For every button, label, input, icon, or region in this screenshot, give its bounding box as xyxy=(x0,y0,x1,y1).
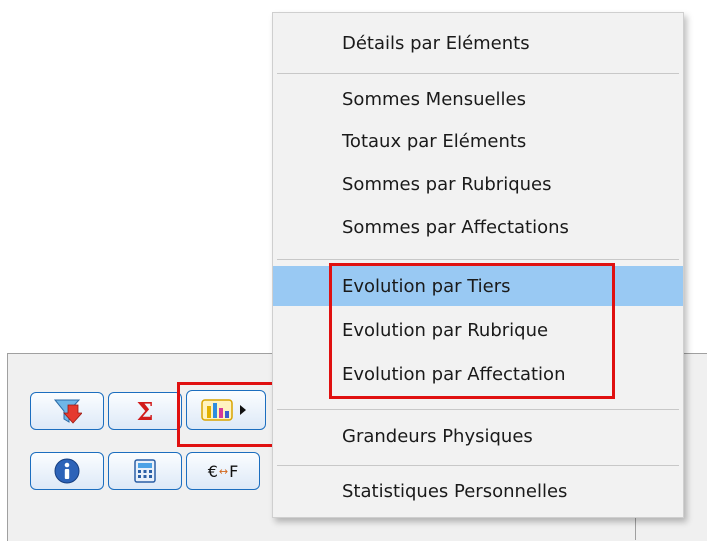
bar-chart-submenu-icon xyxy=(198,396,254,424)
info-icon xyxy=(53,457,81,485)
filter-button[interactable] xyxy=(30,392,104,430)
info-button[interactable] xyxy=(30,452,104,490)
euro-franc-convert-icon: € ↔ F xyxy=(208,462,239,481)
menu-item-totaux-par-elements[interactable]: Totaux par Eléments xyxy=(273,121,683,161)
menu-separator xyxy=(277,73,679,74)
sum-button[interactable]: Σ xyxy=(108,392,182,430)
menu-separator xyxy=(277,409,679,410)
franc-symbol: F xyxy=(229,461,239,481)
menu-item-evolution-par-rubrique[interactable]: Evolution par Rubrique xyxy=(273,310,683,350)
statistics-popup-menu: Détails par Eléments Sommes Mensuelles T… xyxy=(272,12,684,518)
menu-item-evolution-par-affectation[interactable]: Evolution par Affectation xyxy=(273,354,683,394)
calculator-button[interactable] xyxy=(108,452,182,490)
filter-down-arrow-icon xyxy=(52,397,82,425)
menu-item-sommes-par-affectations[interactable]: Sommes par Affectations xyxy=(273,207,683,247)
menu-separator xyxy=(277,259,679,260)
sigma-icon: Σ xyxy=(136,396,154,426)
calculator-icon xyxy=(133,458,157,484)
chart-menu-button[interactable] xyxy=(186,390,266,430)
menu-item-grandeurs-physiques[interactable]: Grandeurs Physiques xyxy=(273,416,683,456)
currency-convert-button[interactable]: € ↔ F xyxy=(186,452,260,490)
menu-separator xyxy=(277,465,679,466)
menu-item-sommes-par-rubriques[interactable]: Sommes par Rubriques xyxy=(273,164,683,204)
menu-item-sommes-mensuelles[interactable]: Sommes Mensuelles xyxy=(273,79,683,119)
euro-symbol: € xyxy=(207,461,218,481)
convert-arrows: ↔ xyxy=(218,464,229,478)
menu-item-evolution-par-tiers[interactable]: Evolution par Tiers xyxy=(273,266,683,306)
menu-item-statistiques-personnelles[interactable]: Statistiques Personnelles xyxy=(273,471,683,511)
menu-item-details-par-elements[interactable]: Détails par Eléments xyxy=(273,23,683,63)
